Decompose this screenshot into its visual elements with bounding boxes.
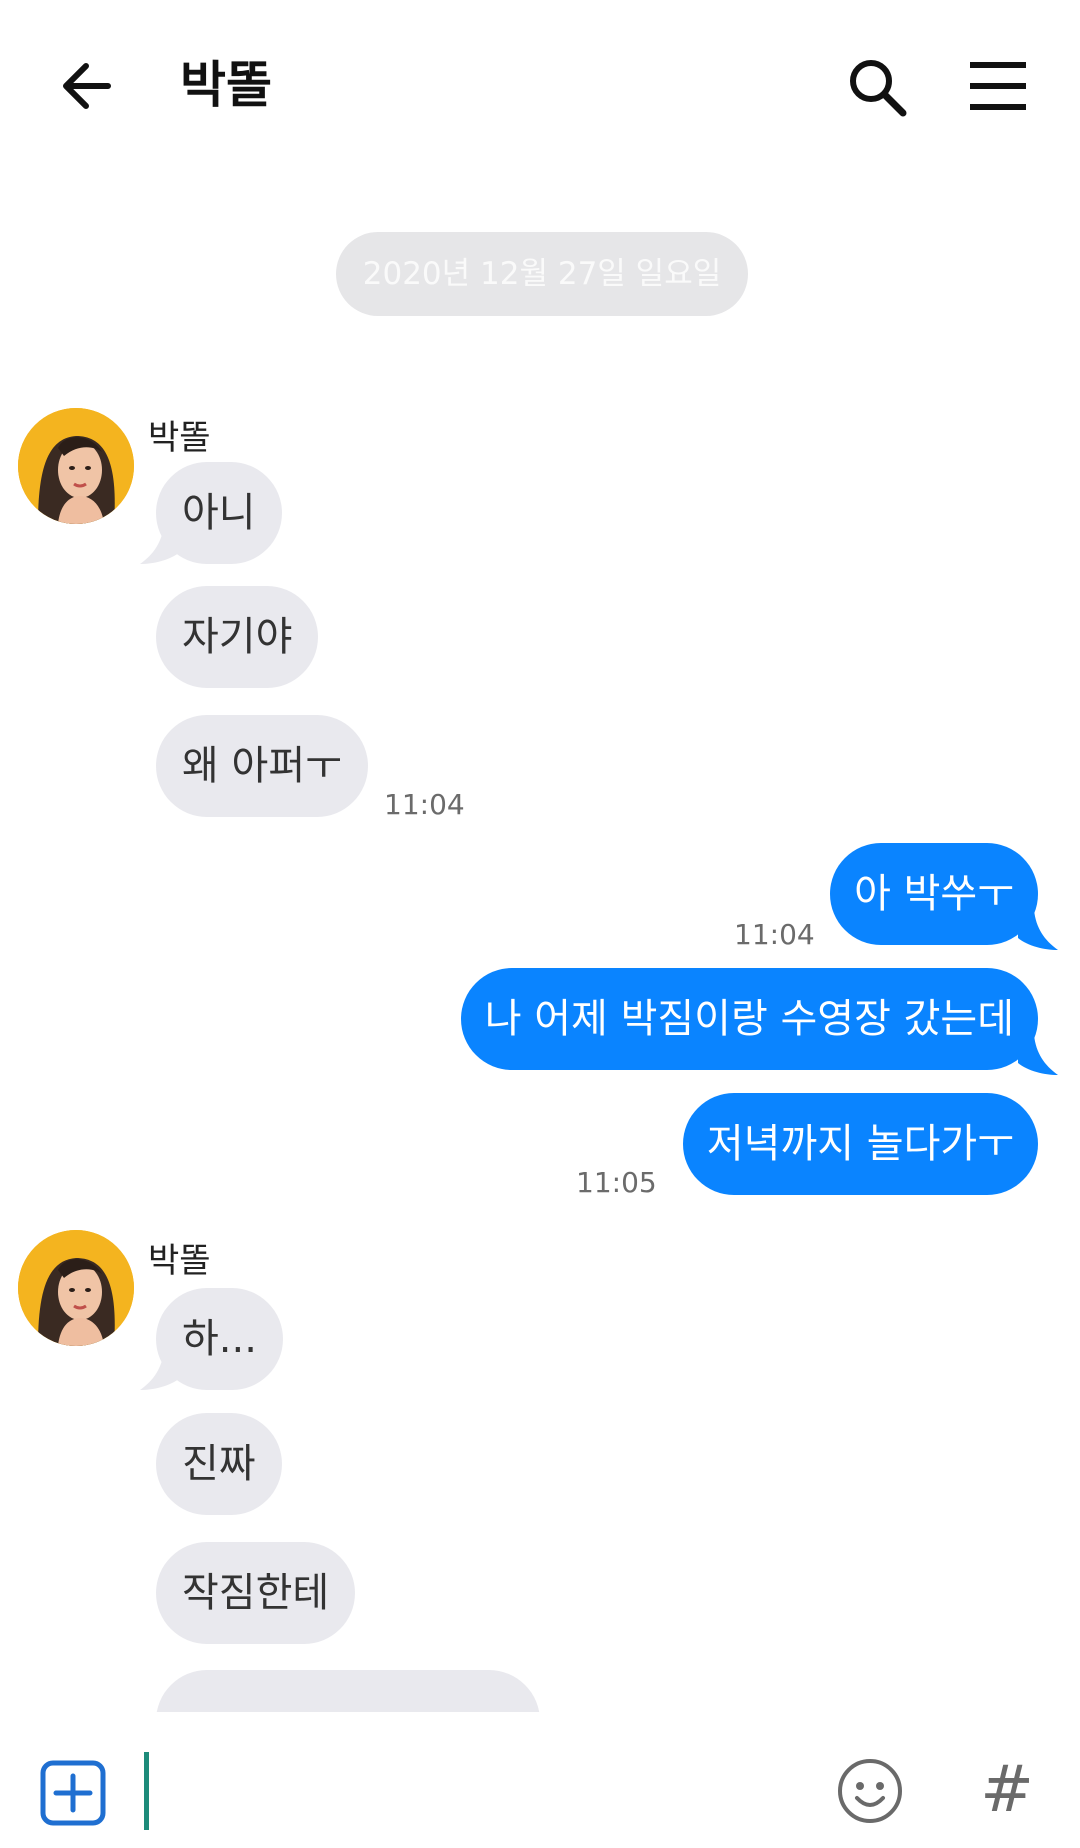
message-time: 11:04: [734, 918, 815, 951]
sender-name: 박똘: [148, 1241, 211, 1281]
message-bubble[interactable]: 작짐한테: [156, 1542, 356, 1644]
profile-photo-icon: [18, 408, 134, 524]
hamburger-menu-icon[interactable]: [968, 58, 1028, 114]
message-bubble[interactable]: 하...: [156, 1288, 283, 1390]
message-bubble[interactable]: 왜 아퍼ㅜ: [156, 715, 368, 817]
message-bubble[interactable]: 진짜: [156, 1413, 282, 1515]
chat-screen: 2020년 12월 27일 일요일 박똘 아니 자기야 왜 아퍼ㅜ 11:04 …: [0, 0, 1080, 1848]
sender-name: 박똘: [148, 418, 211, 458]
text-cursor: [144, 1752, 149, 1830]
app-header: 박똘: [0, 0, 1080, 170]
hashtag-icon[interactable]: #: [972, 1752, 1042, 1828]
message-time: 11:05: [576, 1166, 657, 1199]
message-bubble[interactable]: 저녁까지 놀다가ㅜ: [682, 1093, 1038, 1195]
bubble-tail: [1018, 1035, 1058, 1075]
bubble-tail: [1018, 910, 1058, 950]
message-bubble[interactable]: 아니: [156, 462, 282, 564]
avatar[interactable]: [18, 408, 134, 524]
avatar[interactable]: [18, 1230, 134, 1346]
arrow-left-icon[interactable]: [58, 56, 118, 116]
smiley-icon[interactable]: [835, 1756, 905, 1826]
message-bubble[interactable]: 자기야: [156, 586, 319, 688]
message-time: 11:04: [384, 788, 465, 821]
profile-photo-icon: [18, 1230, 134, 1346]
message-list[interactable]: 2020년 12월 27일 일요일 박똘 아니 자기야 왜 아퍼ㅜ 11:04 …: [0, 0, 1080, 1712]
message-input[interactable]: [155, 1746, 799, 1838]
page-title: 박똘: [180, 56, 272, 114]
plus-square-icon[interactable]: [40, 1760, 106, 1826]
message-bubble[interactable]: [156, 1670, 540, 1712]
date-divider: 2020년 12월 27일 일요일: [336, 232, 748, 316]
search-icon[interactable]: [845, 55, 909, 119]
message-bubble[interactable]: 아 박쑤ㅜ: [830, 843, 1038, 945]
message-composer: #: [0, 1712, 1080, 1848]
message-bubble[interactable]: 나 어제 박짐이랑 수영장 갔는데: [460, 968, 1038, 1070]
